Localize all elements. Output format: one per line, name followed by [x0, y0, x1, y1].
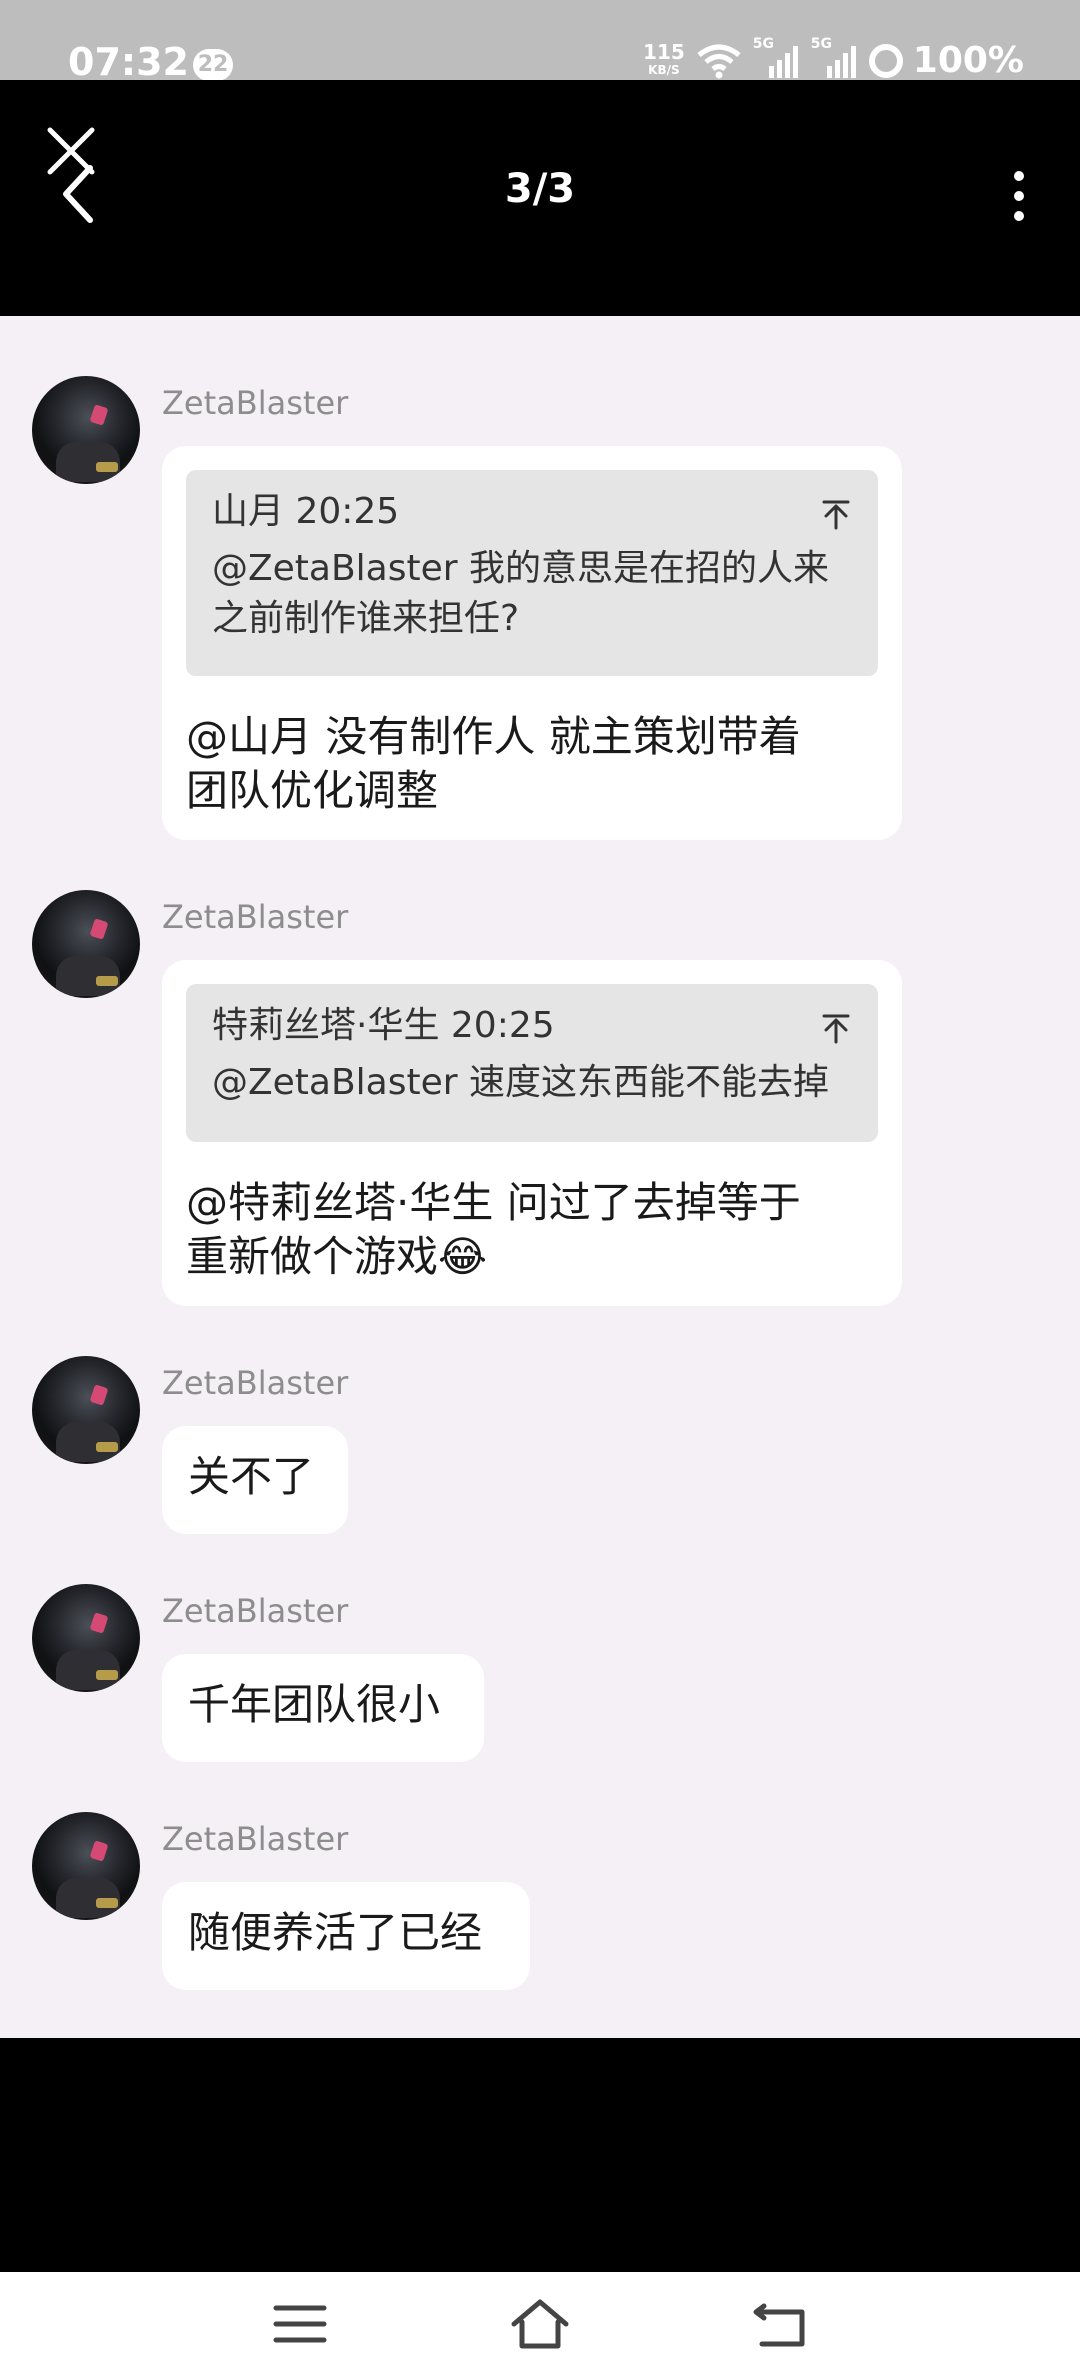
- home-icon[interactable]: [510, 2298, 570, 2350]
- message-bubble[interactable]: 千年团队很小: [162, 1654, 484, 1762]
- message-text: 千年团队很小: [188, 1680, 441, 1729]
- quote-text: @ZetaBlaster 速度这东西能不能去掉: [212, 1062, 830, 1103]
- sender-name: ZetaBlaster: [162, 898, 349, 936]
- battery-level: 100%: [912, 40, 1024, 81]
- quoted-message[interactable]: 特莉丝塔·华生 20:25 @ZetaBlaster 速度这东西能不能去掉: [186, 984, 878, 1142]
- pin-to-top-icon[interactable]: [820, 1012, 852, 1044]
- status-bar: 07:32 22 115 KB/S 5G 5G 100%: [0, 0, 1080, 84]
- wifi-icon: [697, 44, 741, 78]
- message-bubble[interactable]: 关不了: [162, 1426, 348, 1534]
- net-speed-unit: KB/S: [648, 62, 680, 77]
- message-bubble[interactable]: 特莉丝塔·华生 20:25 @ZetaBlaster 速度这东西能不能去掉 @特…: [162, 960, 902, 1306]
- sender-name: ZetaBlaster: [162, 1820, 349, 1858]
- menu-icon[interactable]: [270, 2298, 330, 2350]
- page-counter: 3/3: [504, 166, 576, 212]
- quote-author-time: 特莉丝塔·华生 20:25: [212, 1005, 555, 1046]
- sender-name: ZetaBlaster: [162, 1592, 349, 1630]
- battery-icon: [868, 43, 903, 78]
- net-speed: 115 KB/S: [643, 39, 685, 79]
- status-time: 07:32: [68, 40, 189, 84]
- avatar[interactable]: [32, 376, 140, 484]
- avatar[interactable]: [32, 1812, 140, 1920]
- viewer-header: 3/3: [0, 80, 1080, 316]
- message-bubble[interactable]: 随便养活了已经: [162, 1882, 530, 1990]
- message-text: 关不了: [188, 1452, 315, 1501]
- notification-badge: 22: [193, 49, 233, 81]
- avatar[interactable]: [32, 1584, 140, 1692]
- chat-content: ZetaBlaster 山月 20:25 @ZetaBlaster 我的意思是在…: [0, 316, 1080, 2038]
- signal-1: 5G: [753, 36, 801, 80]
- status-right: 115 KB/S 5G 5G 100%: [643, 36, 1024, 82]
- message-bubble[interactable]: 山月 20:25 @ZetaBlaster 我的意思是在招的人来 之前制作谁来担…: [162, 446, 902, 840]
- message-text: @山月 没有制作人 就主策划带着 团队优化调整: [186, 712, 801, 815]
- net-speed-value: 115: [643, 39, 685, 64]
- signal-1-label: 5G: [752, 35, 775, 52]
- quote-text: @ZetaBlaster 我的意思是在招的人来 之前制作谁来担任?: [212, 548, 830, 639]
- sender-name: ZetaBlaster: [162, 1364, 349, 1402]
- sender-name: ZetaBlaster: [162, 384, 349, 422]
- signal-2-label: 5G: [810, 35, 833, 52]
- signal-2: 5G: [811, 36, 859, 80]
- more-vertical-icon[interactable]: [1004, 166, 1034, 226]
- screen: 07:32 22 115 KB/S 5G 5G 100% 3/3 ZetaBla…: [0, 0, 1080, 2376]
- message-text: 随便养活了已经: [188, 1908, 483, 1957]
- system-nav-bar: [0, 2272, 1080, 2376]
- pin-to-top-icon[interactable]: [820, 498, 852, 530]
- avatar[interactable]: [32, 1356, 140, 1464]
- avatar[interactable]: [32, 890, 140, 998]
- message-text: @特莉丝塔·华生 问过了去掉等于 重新做个游戏😂: [186, 1178, 801, 1281]
- quoted-message[interactable]: 山月 20:25 @ZetaBlaster 我的意思是在招的人来 之前制作谁来担…: [186, 470, 878, 676]
- quote-author-time: 山月 20:25: [212, 491, 400, 532]
- back-nav-icon[interactable]: [750, 2298, 810, 2350]
